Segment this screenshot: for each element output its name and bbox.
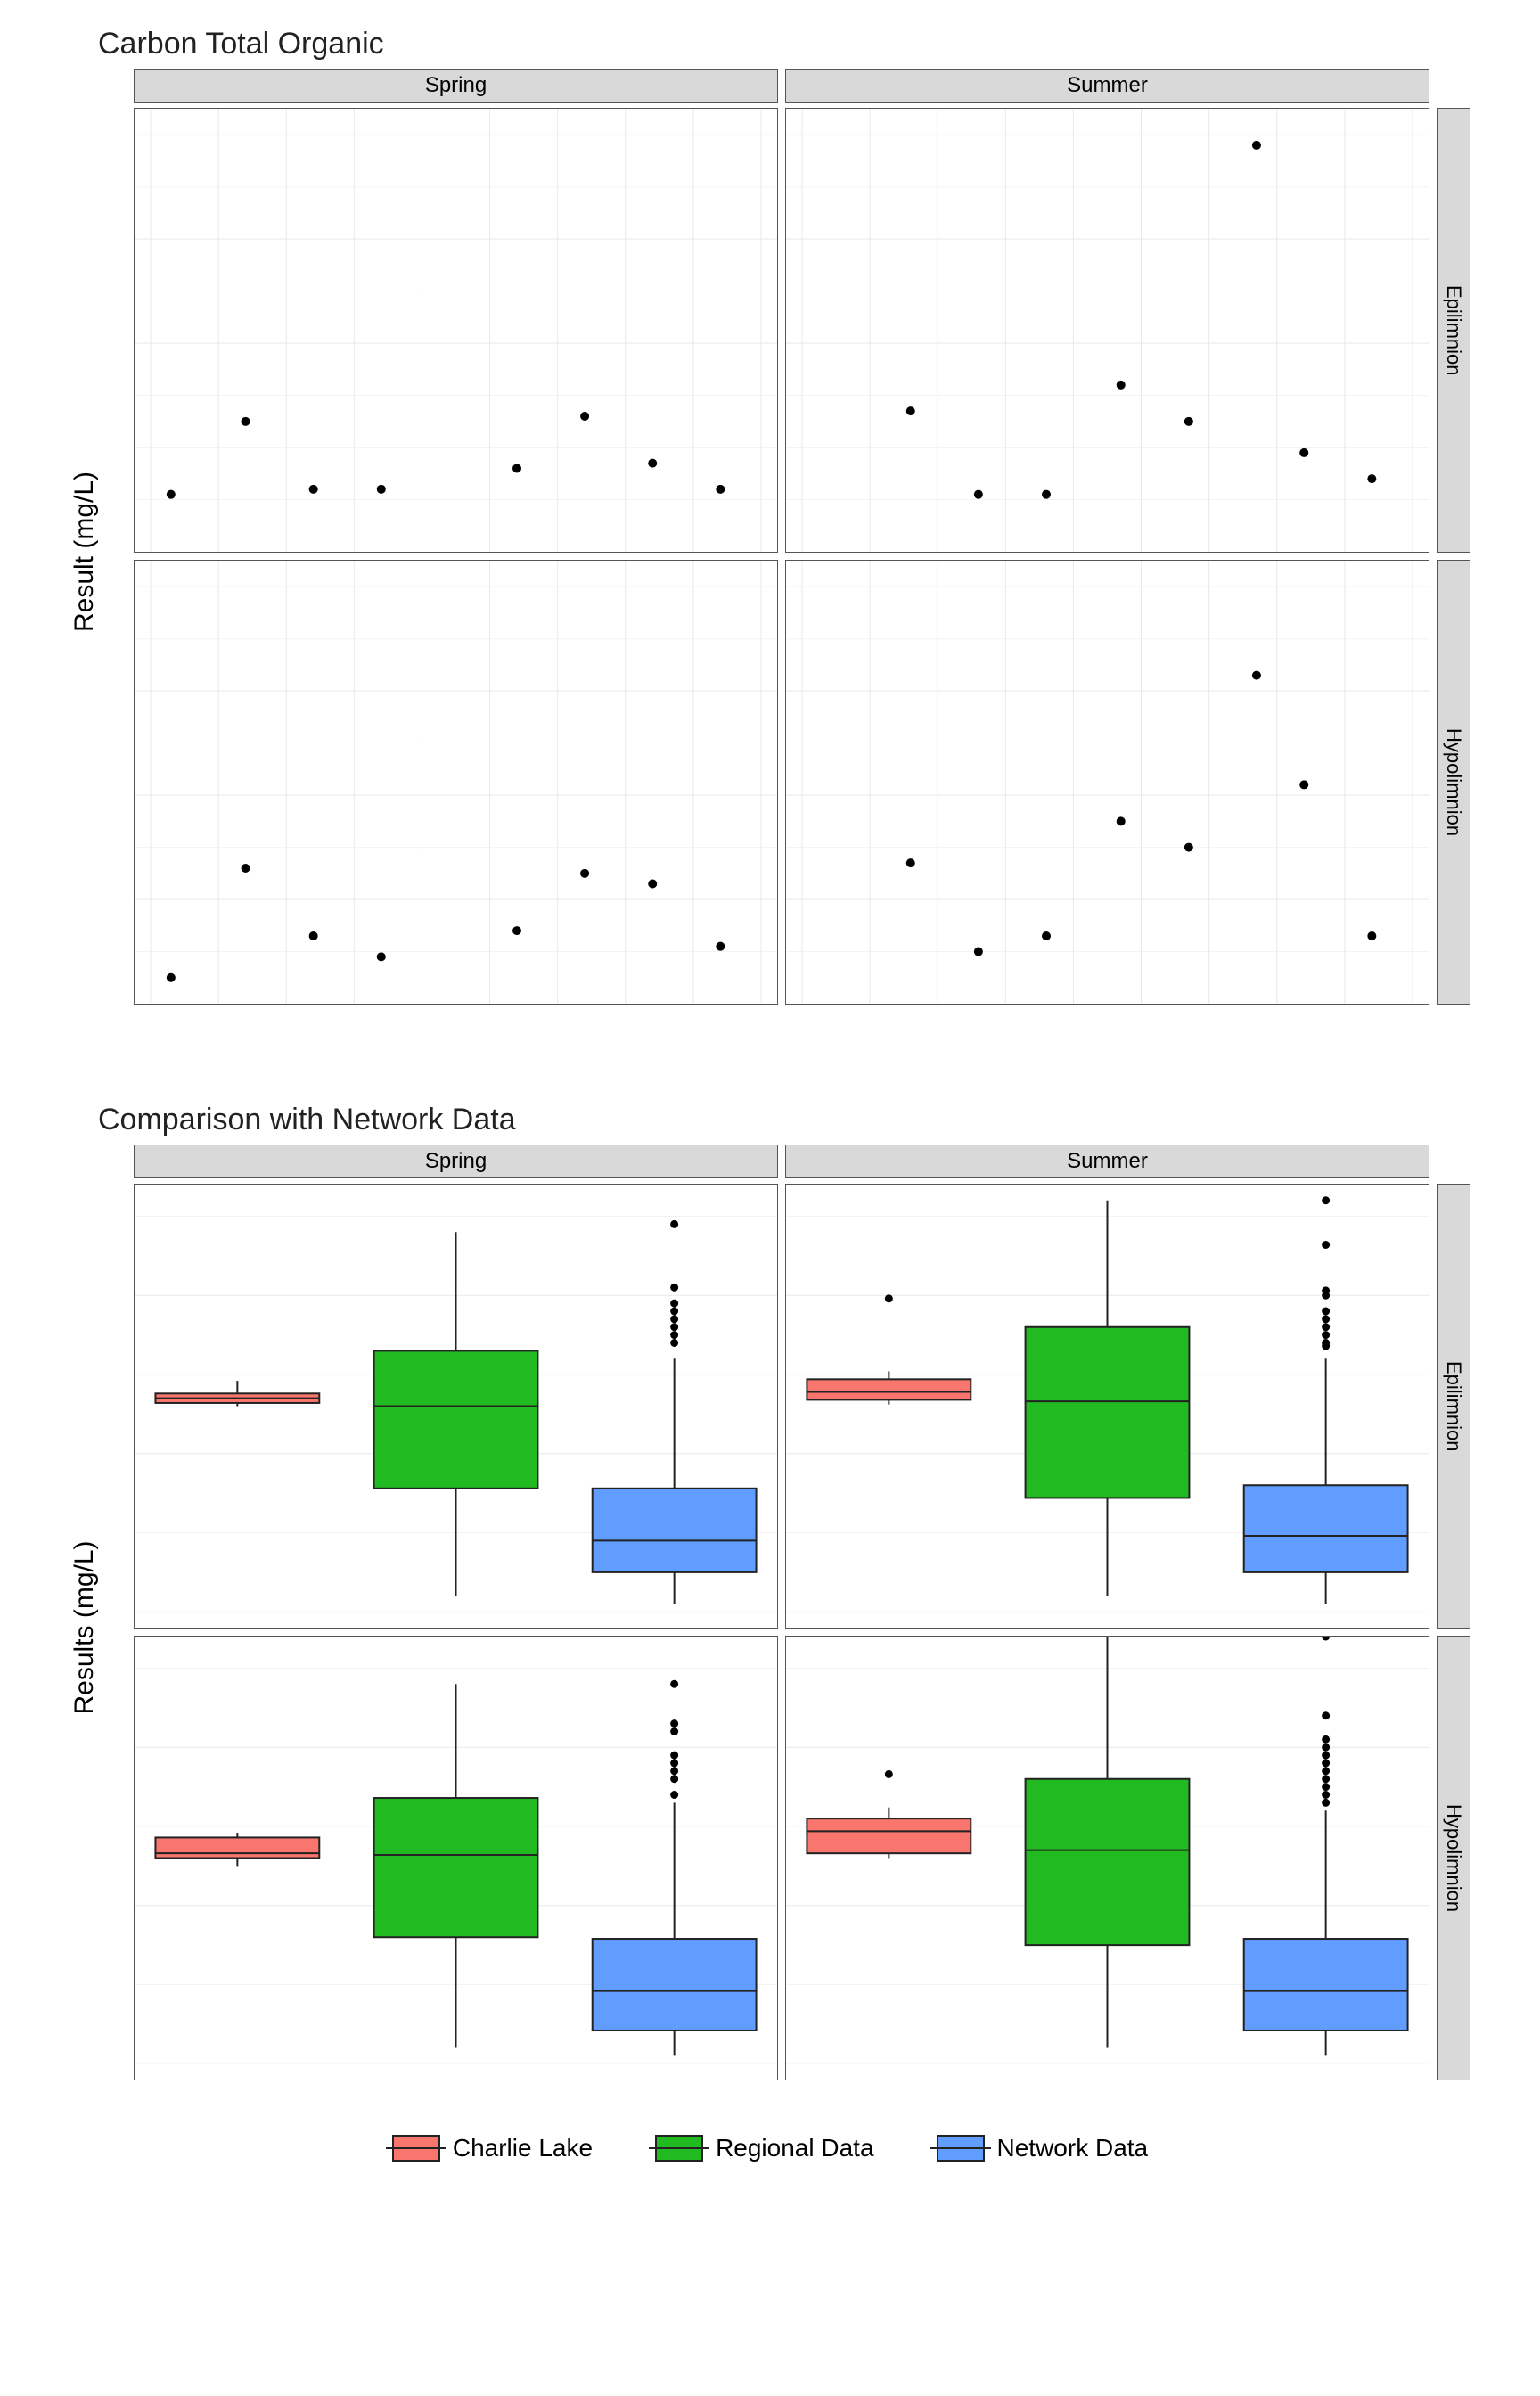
legend-item-charlie: Charlie Lake	[392, 2134, 593, 2162]
legend-label-charlie: Charlie Lake	[453, 2134, 593, 2162]
strip-col-summer: Summer	[785, 69, 1429, 103]
box-panel-spring-epi: 01020	[134, 1184, 778, 1629]
scatter-panel-summer-hypo: 2016201720182019202020212022202320242025	[785, 560, 1429, 1005]
scatter-panel-summer-epi	[785, 108, 1429, 553]
scatter-facet-grid: Spring Summer 14161820 Epilimnion 141618…	[134, 69, 1469, 1005]
legend-swatch-network	[937, 2135, 985, 2162]
strip-col-summer-2: Summer	[785, 1145, 1429, 1178]
legend-item-network: Network Data	[937, 2134, 1149, 2162]
box-panel-summer-epi	[785, 1184, 1429, 1629]
box-ylab: Results (mg/L)	[70, 1540, 100, 1714]
scatter-title: Carbon Total Organic	[98, 27, 1504, 62]
box-facet-grid: Spring Summer 01020 Epilimnion 01020Carb…	[134, 1145, 1469, 2080]
legend-swatch-charlie	[392, 2135, 440, 2162]
legend-item-regional: Regional Data	[655, 2134, 873, 2162]
box-panel-summer-hypo: Carbon Total Organic	[785, 1636, 1429, 2080]
strip-row-hypo-2: Hypolimnion	[1437, 1636, 1470, 2080]
strip-row-epi-2: Epilimnion	[1437, 1184, 1470, 1629]
scatter-ylab: Result (mg/L)	[70, 472, 100, 632]
scatter-panel-spring-epi: 14161820	[134, 108, 778, 553]
strip-row-epi: Epilimnion	[1437, 108, 1470, 553]
scatter-panel-spring-hypo: 1416182020162017201820192020202120222023…	[134, 560, 778, 1005]
box-panel-spring-hypo: 01020Carbon Total Organic	[134, 1636, 778, 2080]
strip-row-hypo: Hypolimnion	[1437, 560, 1470, 1005]
strip-col-spring: Spring	[134, 69, 778, 103]
box-title: Comparison with Network Data	[98, 1103, 1504, 1137]
legend-label-regional: Regional Data	[716, 2134, 873, 2162]
legend-label-network: Network Data	[997, 2134, 1149, 2162]
legend: Charlie Lake Regional Data Network Data	[36, 2134, 1504, 2162]
strip-col-spring-2: Spring	[134, 1145, 778, 1178]
legend-swatch-regional	[655, 2135, 703, 2162]
